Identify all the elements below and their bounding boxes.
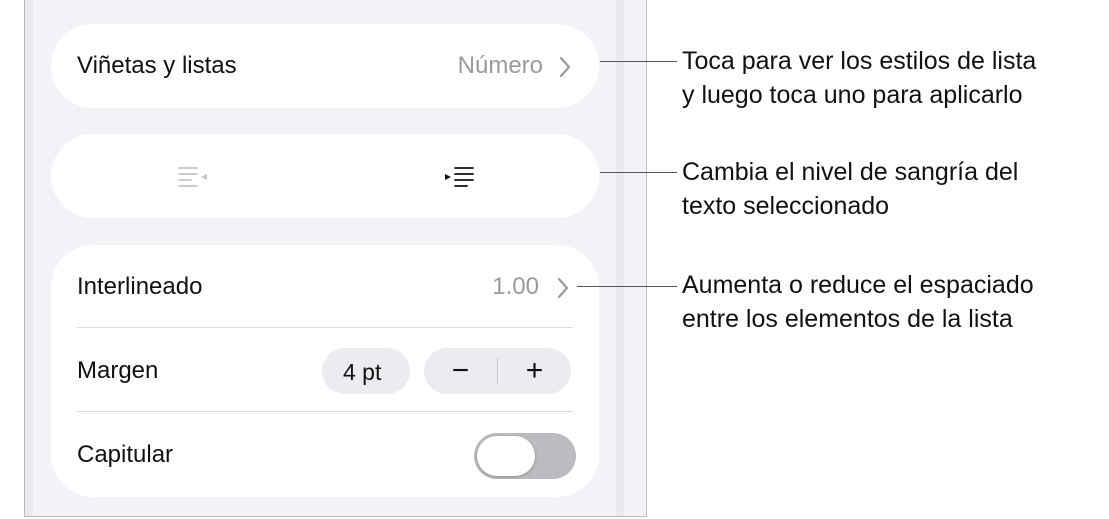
drop-cap-toggle[interactable] — [474, 433, 576, 479]
bullets-and-lists-value: Número — [457, 52, 543, 79]
drop-cap-label: Capitular — [77, 441, 174, 468]
callout-line-1 — [600, 61, 677, 62]
line-spacing-label: Interlineado — [77, 273, 203, 300]
spacing-options-card: Interlineado 1.00 Margen 4 pt − + Capitu… — [51, 245, 599, 497]
margin-label: Margen — [77, 357, 159, 384]
callout-line-text: y luego toca uno para aplicarlo — [682, 81, 1023, 109]
callout-indent: Cambia el nivel de sangría del texto sel… — [682, 155, 1107, 223]
callout-line-2 — [600, 172, 677, 173]
indent-icon — [445, 167, 474, 187]
panel-left-edge — [25, 0, 33, 516]
bullets-and-lists-label: Viñetas y listas — [77, 52, 237, 79]
callout-line-text: texto seleccionado — [682, 192, 890, 220]
increase-indent-button[interactable] — [421, 152, 501, 200]
minus-icon: − — [451, 354, 470, 387]
indent-controls-row — [51, 134, 599, 218]
margin-value-pill[interactable]: 4 pt — [322, 348, 410, 394]
decrease-indent-button[interactable] — [151, 152, 231, 200]
chevron-right-icon — [559, 56, 571, 78]
callout-spacing: Aumenta o reduce el espaciado entre los … — [682, 268, 1107, 336]
panel-right-edge — [616, 0, 624, 516]
row-divider — [77, 411, 573, 412]
toggle-knob — [477, 436, 535, 476]
callout-line-3 — [577, 286, 677, 287]
line-spacing-row[interactable]: Interlineado 1.00 — [51, 245, 599, 329]
margin-stepper: − + — [424, 348, 571, 394]
outdent-icon — [178, 167, 207, 187]
format-panel: Viñetas y listas Número Interlineado 1.0… — [24, 0, 647, 517]
bullets-and-lists-row[interactable]: Viñetas y listas Número — [51, 24, 599, 108]
margin-value: 4 pt — [343, 359, 382, 385]
drop-cap-row: Capitular — [51, 413, 599, 497]
row-divider — [77, 327, 573, 328]
callout-line-text: Cambia el nivel de sangría del — [682, 158, 1019, 186]
margin-decrease-button[interactable]: − — [424, 348, 497, 394]
callout-line-text: Toca para ver los estilos de lista — [682, 47, 1037, 75]
margin-row: Margen 4 pt − + — [51, 329, 599, 413]
callout-bullets: Toca para ver los estilos de lista y lue… — [682, 44, 1107, 112]
plus-icon: + — [525, 354, 544, 387]
callout-line-text: Aumenta o reduce el espaciado — [682, 271, 1034, 299]
margin-increase-button[interactable]: + — [498, 348, 571, 394]
line-spacing-value: 1.00 — [492, 273, 539, 300]
chevron-right-icon — [557, 277, 569, 299]
callout-line-text: entre los elementos de la lista — [682, 305, 1013, 333]
